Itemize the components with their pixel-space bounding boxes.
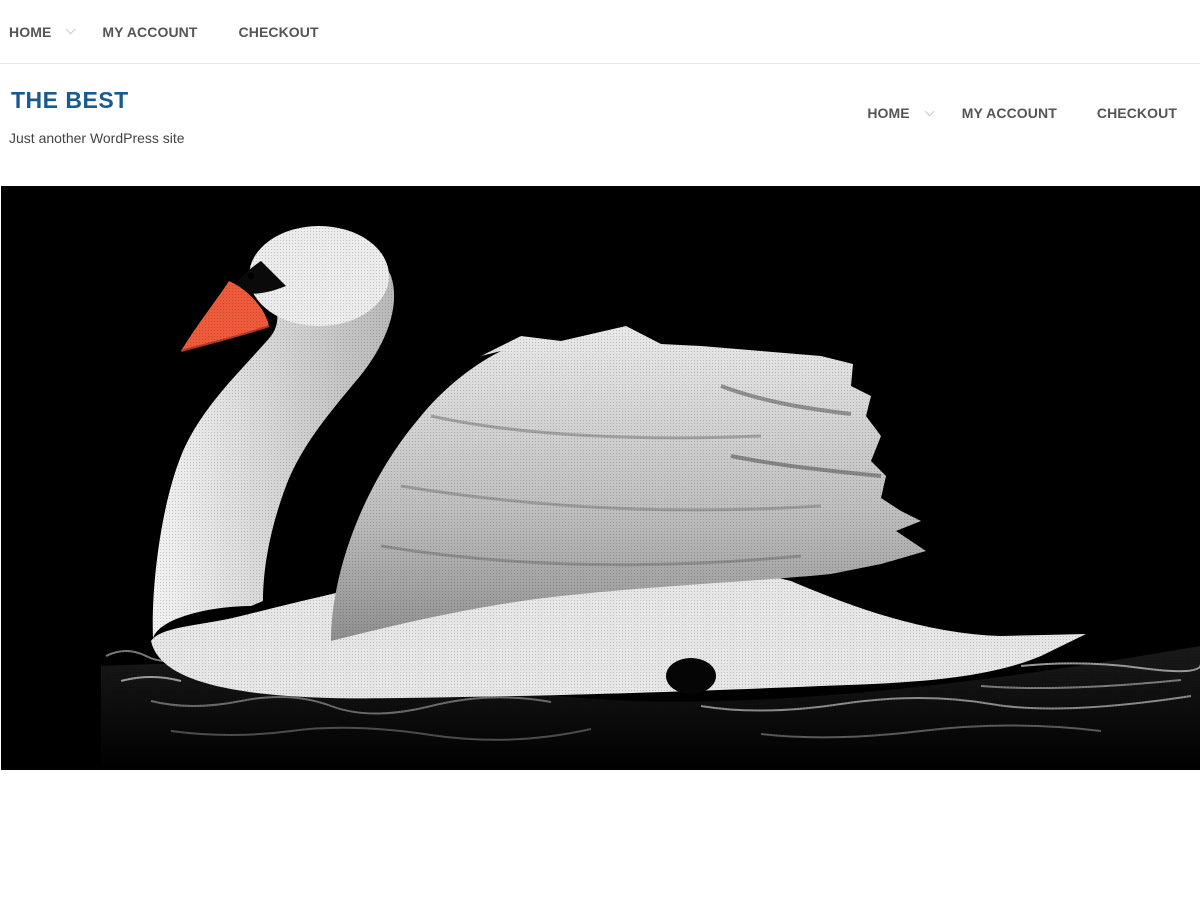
main-nav-item-checkout[interactable]: CHECKOUT: [1097, 105, 1177, 121]
chevron-down-icon: [66, 24, 76, 35]
main-nav-item-my-account[interactable]: MY ACCOUNT: [962, 105, 1057, 121]
top-nav-item-my-account[interactable]: MY ACCOUNT: [102, 24, 197, 40]
top-nav-item-home[interactable]: HOME: [9, 23, 76, 40]
top-nav-item-checkout[interactable]: CHECKOUT: [239, 24, 319, 40]
main-nav-item-home[interactable]: HOME: [867, 105, 935, 121]
site-tagline: Just another WordPress site: [9, 130, 185, 146]
main-nav-home-label: HOME: [867, 105, 910, 121]
top-nav-checkout-label: CHECKOUT: [238, 23, 319, 40]
hero-image: [1, 186, 1200, 770]
main-nav-checkout-label: CHECKOUT: [1096, 105, 1177, 121]
main-nav-my-account-label: MY ACCOUNT: [961, 105, 1057, 121]
swan-illustration: [1, 186, 1200, 770]
top-nav-my-account-label: MY ACCOUNT: [102, 23, 198, 40]
main-navigation: HOME MY ACCOUNT CHECKOUT: [867, 105, 1177, 121]
site-header: THE BEST Just another WordPress site HOM…: [0, 65, 1200, 186]
site-title-link[interactable]: THE BEST: [11, 87, 129, 114]
top-navigation: HOME MY ACCOUNT CHECKOUT: [0, 0, 1200, 64]
chevron-down-icon: [924, 105, 935, 116]
top-nav-home-label: HOME: [9, 23, 52, 40]
